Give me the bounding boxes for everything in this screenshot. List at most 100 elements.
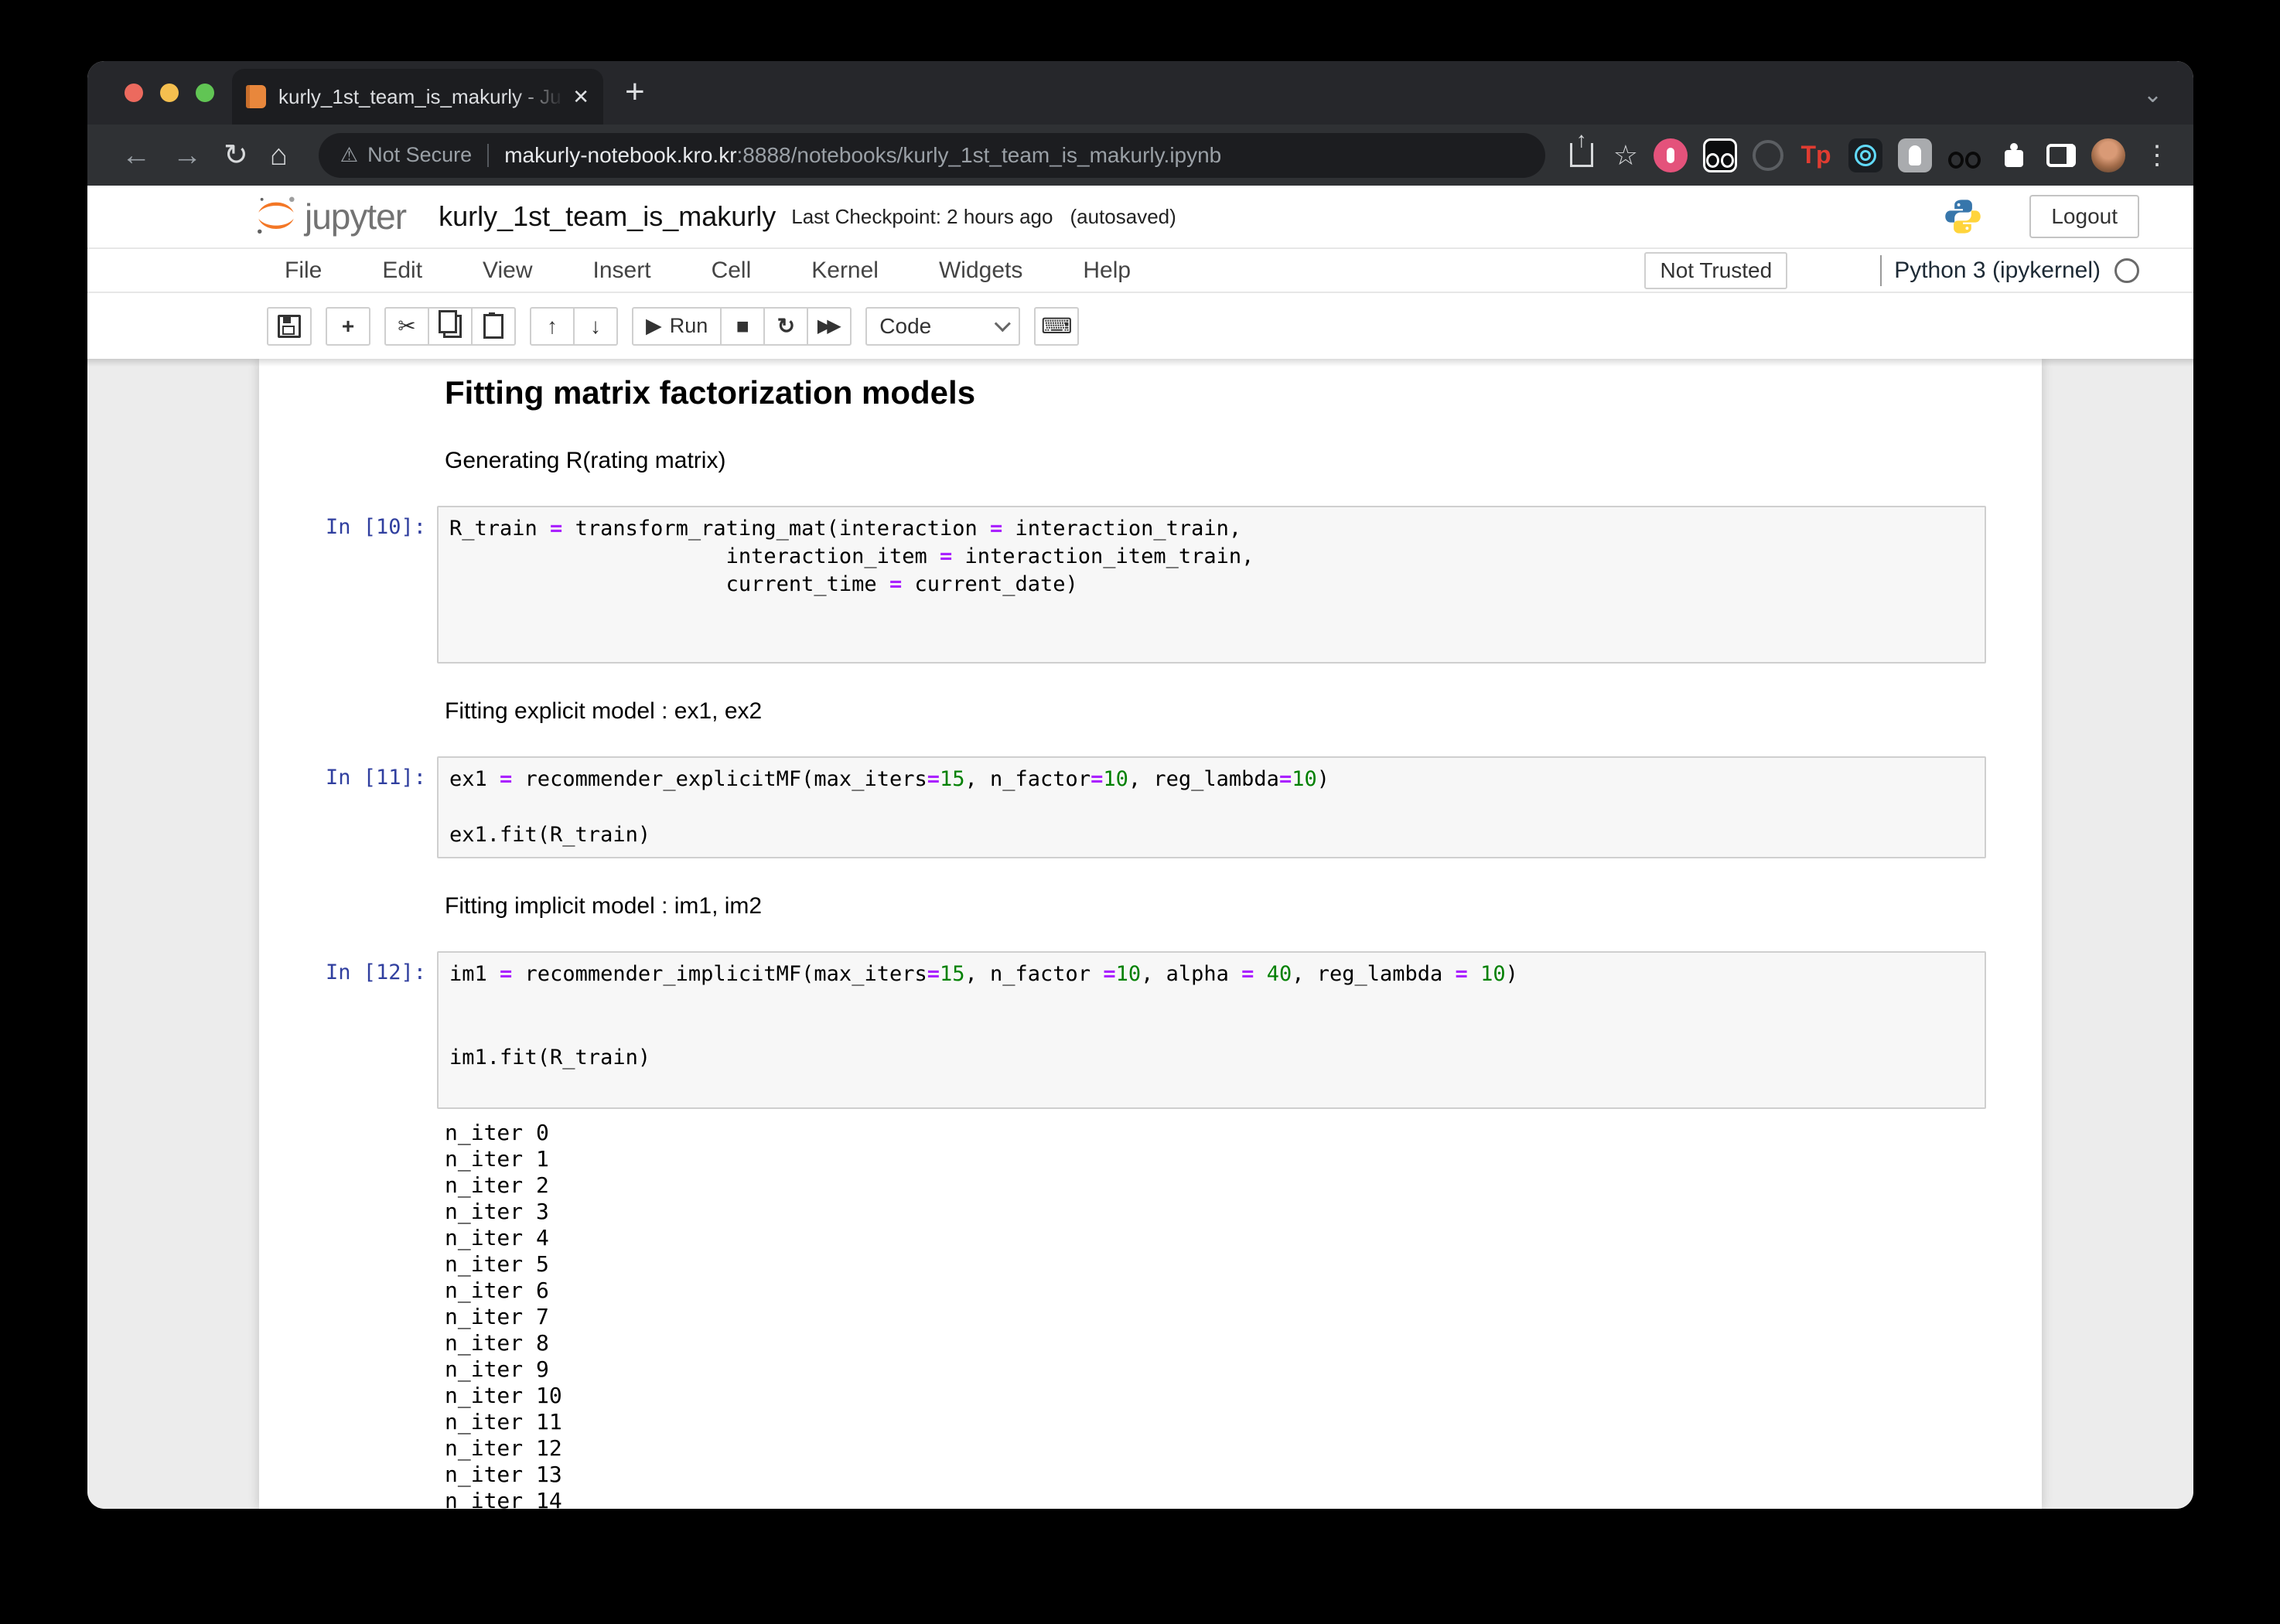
- text-cell[interactable]: Generating R(rating matrix): [259, 447, 2042, 475]
- heading-cell[interactable]: Fitting matrix factorization models: [259, 373, 2042, 413]
- cell-body: im1 = recommender_implicitMF(max_iters=1…: [437, 951, 1986, 1509]
- output-line: n_iter 6: [445, 1278, 549, 1303]
- code-input[interactable]: ex1 = recommender_explicitMF(max_iters=1…: [437, 756, 1986, 858]
- tab-search-icon[interactable]: ⌄: [2143, 81, 2162, 108]
- text-cell[interactable]: Fitting explicit model : ex1, ex2: [259, 698, 2042, 725]
- text-cell[interactable]: Fitting implicit model : im1, im2: [259, 892, 2042, 920]
- paste-icon: [483, 312, 503, 339]
- output-line: n_iter 10: [445, 1383, 562, 1408]
- code-cell[interactable]: In [11]: ex1 = recommender_explicitMF(max…: [259, 756, 2042, 858]
- forward-icon[interactable]: →: [172, 141, 202, 170]
- code-cell[interactable]: In [10]: R_train = transform_rating_mat(i…: [259, 506, 2042, 664]
- notebook-scroll-area[interactable]: Fitting matrix factorization models Gener…: [87, 359, 2193, 1509]
- extensions-puzzle-icon[interactable]: [1997, 138, 2031, 172]
- menu-kernel[interactable]: Kernel: [811, 258, 879, 284]
- output-line: n_iter 11: [445, 1409, 562, 1435]
- menu-view[interactable]: View: [483, 258, 532, 284]
- cell-prompt: [259, 892, 437, 920]
- run-label: Run: [669, 314, 708, 337]
- cell-body: R_train = transform_rating_mat(interacti…: [437, 506, 1986, 664]
- desktop-background: kurly_1st_team_is_makurly - Ju ✕ + ⌄ ← →…: [0, 0, 2280, 1624]
- cell-type-select[interactable]: Code: [865, 306, 1021, 346]
- menu-insert[interactable]: Insert: [593, 258, 651, 284]
- add-cell-button[interactable]: +: [326, 306, 370, 346]
- output-line: n_iter 12: [445, 1435, 562, 1461]
- code-line: current_time = current_date): [449, 572, 1078, 596]
- menu-file[interactable]: File: [285, 258, 322, 284]
- menu-edit[interactable]: Edit: [382, 258, 422, 284]
- output-line: n_iter 1: [445, 1146, 549, 1172]
- restart-run-all-button[interactable]: ▶▶: [807, 306, 852, 346]
- output-line: n_iter 14: [445, 1488, 562, 1509]
- move-cell-up-button[interactable]: ↑: [530, 306, 575, 346]
- code-input[interactable]: im1 = recommender_implicitMF(max_iters=1…: [437, 951, 1986, 1109]
- address-bar[interactable]: ⚠ Not Secure makurly-notebook.kro.kr:888…: [318, 132, 1545, 178]
- menu-widgets[interactable]: Widgets: [939, 258, 1022, 284]
- code-cell[interactable]: In [12]: im1 = recommender_implicitMF(max…: [259, 951, 2042, 1509]
- tab-close-icon[interactable]: ✕: [572, 85, 589, 109]
- url-path: :8888/notebooks/kurly_1st_team_is_makurl…: [736, 142, 1222, 167]
- run-button[interactable]: ▶ Run: [632, 306, 722, 346]
- cell-output: n_iter 0 n_iter 1 n_iter 2 n_iter 3 n_iter 4…: [437, 1120, 1986, 1509]
- browser-menu-icon[interactable]: ⋮: [2144, 140, 2170, 171]
- python-logo-icon: [1945, 200, 1981, 234]
- profile-avatar[interactable]: [2091, 138, 2125, 172]
- cut-cell-button[interactable]: ✂: [384, 306, 429, 346]
- markdown-paragraph: Generating R(rating matrix): [445, 448, 726, 473]
- menu-help[interactable]: Help: [1083, 258, 1131, 284]
- kernel-divider: [1880, 254, 1882, 286]
- extension-glasses-icon[interactable]: [1703, 138, 1737, 172]
- jupyter-wordmark[interactable]: jupyter: [305, 196, 407, 237]
- share-icon[interactable]: [1569, 143, 1593, 167]
- move-cell-down-button[interactable]: ↓: [573, 306, 618, 346]
- kernel-idle-icon: [2114, 258, 2139, 283]
- cell-prompt: In [10]:: [325, 515, 426, 539]
- extension-react-icon[interactable]: [1848, 138, 1882, 172]
- extension-pink-icon[interactable]: [1654, 138, 1688, 172]
- extension-bike-icon[interactable]: [1947, 138, 1981, 172]
- new-tab-button[interactable]: +: [625, 69, 645, 115]
- extension-ring-icon[interactable]: [1753, 139, 1783, 171]
- close-window-button[interactable]: [125, 84, 143, 102]
- reload-icon[interactable]: ↻: [224, 141, 248, 170]
- chevron-down-icon: [995, 316, 1012, 333]
- output-line: n_iter 7: [445, 1304, 549, 1329]
- jupyter-logo-icon[interactable]: [254, 194, 299, 239]
- home-icon[interactable]: ⌂: [270, 141, 288, 170]
- trust-badge[interactable]: Not Trusted: [1644, 251, 1788, 289]
- browser-tab[interactable]: kurly_1st_team_is_makurly - Ju ✕: [232, 69, 603, 125]
- cell-body: Fitting explicit model : ex1, ex2: [437, 698, 1986, 725]
- save-icon: [278, 314, 301, 338]
- output-line: n_iter 5: [445, 1251, 549, 1277]
- zoom-window-button[interactable]: [196, 84, 214, 102]
- not-secure-label[interactable]: Not Secure: [367, 143, 472, 167]
- minimize-window-button[interactable]: [160, 84, 179, 102]
- output-line: n_iter 8: [445, 1330, 549, 1356]
- paste-cell-button[interactable]: [471, 306, 516, 346]
- menu-cell[interactable]: Cell: [712, 258, 752, 284]
- logout-button[interactable]: Logout: [2029, 195, 2139, 238]
- back-icon[interactable]: ←: [121, 141, 151, 170]
- extension-hand-icon[interactable]: [1898, 138, 1932, 172]
- stop-button[interactable]: ■: [720, 306, 766, 346]
- notebook-title[interactable]: kurly_1st_team_is_makurly: [439, 200, 776, 233]
- code-line: im1.fit(R_train): [449, 1046, 651, 1070]
- cell-prompt: [259, 698, 437, 725]
- copy-cell-button[interactable]: [428, 306, 473, 346]
- command-palette-button[interactable]: ⌨: [1034, 306, 1080, 346]
- code-line: interaction_item = interaction_item_trai…: [449, 544, 1254, 568]
- extension-tp-icon[interactable]: Tp: [1799, 138, 1833, 172]
- save-button[interactable]: [267, 306, 312, 346]
- kernel-name: Python 3 (ipykernel): [1894, 257, 2101, 283]
- code-line: ex1 = recommender_explicitMF(max_iters=1…: [449, 767, 1329, 791]
- output-line: n_iter 4: [445, 1225, 549, 1250]
- run-icon: ▶: [646, 314, 662, 337]
- code-input[interactable]: R_train = transform_rating_mat(interacti…: [437, 506, 1986, 664]
- jupyter-header: jupyter kurly_1st_team_is_makurly Last C…: [87, 186, 2193, 249]
- restart-kernel-button[interactable]: ↻: [763, 306, 809, 346]
- sidebar-toggle-icon[interactable]: [2046, 143, 2076, 167]
- bookmark-star-icon[interactable]: ☆: [1613, 139, 1638, 172]
